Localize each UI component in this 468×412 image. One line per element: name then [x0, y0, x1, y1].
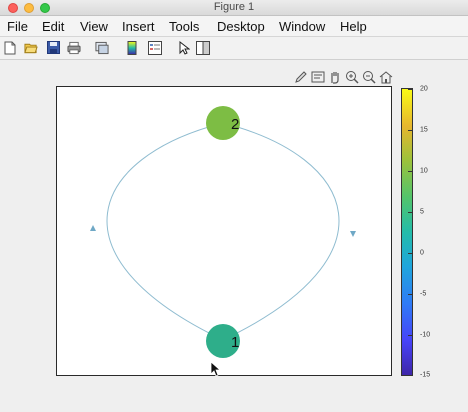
window-title-bar: Figure 1: [0, 0, 468, 16]
pan-icon[interactable]: [328, 70, 342, 84]
data-cursor-icon[interactable]: [311, 70, 325, 84]
new-figure-icon[interactable]: [3, 40, 17, 55]
edge-arrow-left: [90, 225, 96, 231]
menu-tools[interactable]: Tools: [169, 19, 199, 34]
zoom-out-icon[interactable]: [362, 70, 376, 84]
plot-axes[interactable]: 2 1: [56, 86, 392, 376]
figure-toolbar: [0, 37, 468, 60]
graph-edge-1-to-2: [106, 122, 224, 341]
print-icon[interactable]: [67, 40, 81, 55]
colorbar-tick-label: 15: [420, 126, 428, 134]
menu-insert[interactable]: Insert: [122, 19, 155, 34]
menu-help[interactable]: Help: [340, 19, 367, 34]
colorbar-tick-label: -5: [420, 290, 427, 298]
colorbar-tick-mark: [408, 212, 413, 213]
menu-bar: File Edit View Insert Tools Desktop Wind…: [0, 16, 468, 37]
colorbar-tick-mark: [408, 294, 413, 295]
colorbar-tick-mark: [408, 335, 413, 336]
colorbar-tick-label: -10: [420, 331, 431, 339]
colorbar[interactable]: [401, 88, 413, 376]
graph-plot: 2 1: [90, 106, 356, 358]
graph-node-2-label: 2: [231, 116, 239, 133]
menu-file[interactable]: File: [7, 19, 28, 34]
link-plot-icon[interactable]: [95, 40, 109, 55]
colorbar-tick-mark: [408, 253, 413, 254]
colorbar-tick-label: 20: [420, 85, 428, 93]
brush-icon[interactable]: [294, 70, 308, 84]
insert-legend-icon[interactable]: [148, 40, 162, 55]
colorbar-tick-label: -15: [420, 371, 431, 379]
menu-desktop[interactable]: Desktop: [217, 19, 265, 34]
mouse-cursor-icon: [210, 361, 222, 377]
home-icon[interactable]: [379, 70, 393, 84]
menu-edit[interactable]: Edit: [42, 19, 64, 34]
open-file-icon[interactable]: [24, 40, 38, 55]
window-title: Figure 1: [213, 1, 255, 13]
colorbar-tick-mark: [408, 130, 413, 131]
colorbar-tick-mark: [408, 171, 413, 172]
colorbar-tick-label: 0: [420, 249, 424, 257]
colorbar-tick-label: 10: [420, 167, 428, 175]
graph-edge-2-to-1: [222, 122, 340, 341]
colorbar-tick-label: 5: [420, 208, 424, 216]
graph-node-1-label: 1: [231, 334, 239, 351]
plot-tools-icon[interactable]: [196, 40, 210, 55]
save-icon[interactable]: [46, 40, 60, 55]
zoom-in-icon[interactable]: [345, 70, 359, 84]
menu-view[interactable]: View: [80, 19, 108, 34]
colorbar-tick-mark: [408, 89, 413, 90]
menu-window[interactable]: Window: [279, 19, 325, 34]
edge-arrow-right: [350, 231, 356, 237]
pointer-icon[interactable]: [177, 40, 191, 55]
insert-colorbar-icon[interactable]: [125, 40, 139, 55]
colorbar-tick-mark: [408, 375, 413, 376]
